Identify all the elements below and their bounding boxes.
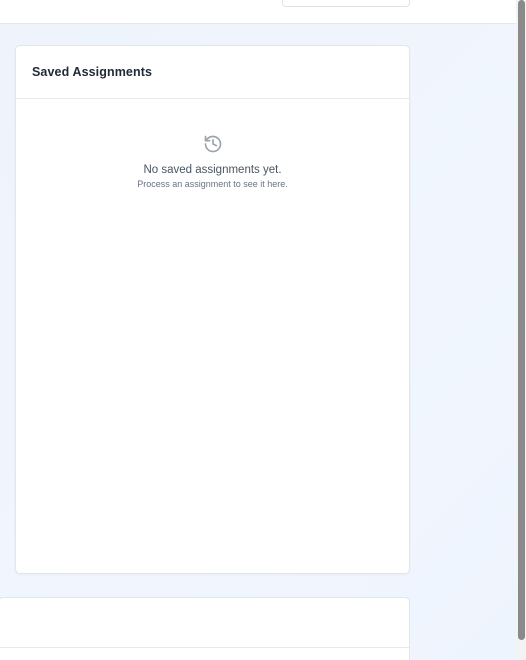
scrollbar-thumb[interactable] (518, 0, 525, 640)
history-icon (203, 134, 223, 154)
card-header: Saved Assignments (16, 46, 409, 99)
lower-card-divider (0, 647, 409, 648)
empty-state-subtitle: Process an assignment to see it here. (137, 179, 288, 189)
app-page: Saved Assignments No saved assignments y… (0, 0, 526, 660)
header-control[interactable] (282, 0, 410, 7)
empty-state: No saved assignments yet. Process an ass… (16, 134, 409, 189)
saved-assignments-card: Saved Assignments No saved assignments y… (15, 45, 410, 574)
empty-state-title: No saved assignments yet. (143, 164, 282, 176)
lower-card (0, 597, 410, 660)
card-title: Saved Assignments (32, 65, 153, 79)
top-header (0, 0, 516, 24)
